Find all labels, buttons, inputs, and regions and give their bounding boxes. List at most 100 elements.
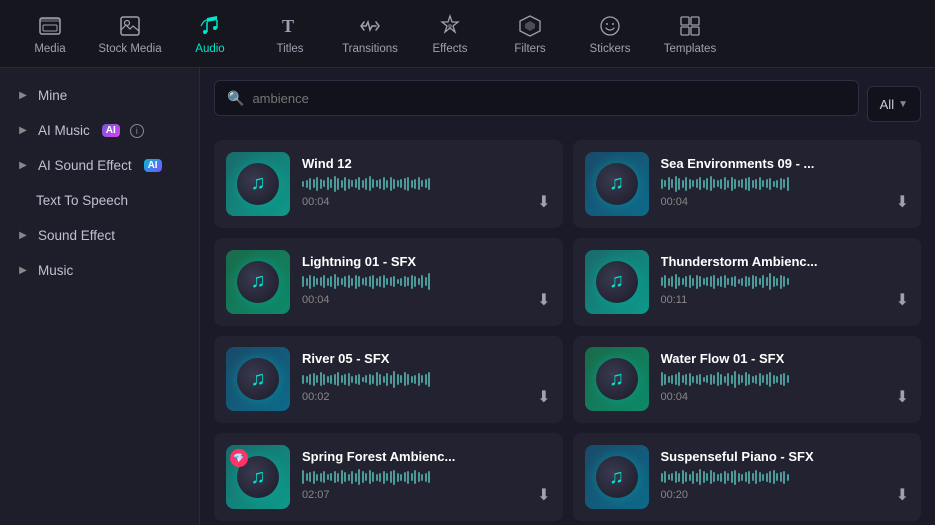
audio-card-sea-env[interactable]: ♫ Sea Environments 09 - ... 00:04 ⬇: [573, 140, 922, 228]
ai-music-badge: AI: [102, 124, 120, 137]
transitions-icon: [357, 13, 383, 39]
card-title: Sea Environments 09 - ...: [661, 156, 910, 171]
card-info: River 05 - SFX 00:02 ⬇: [302, 351, 551, 407]
nav-stickers[interactable]: Stickers: [570, 4, 650, 64]
content-area: 🔍 All ▼ ♫ Wind 12 00:04 ⬇: [200, 68, 935, 525]
titles-icon: T: [277, 13, 303, 39]
search-icon: 🔍: [227, 90, 244, 107]
waveform: [661, 371, 910, 387]
top-nav: Media Stock Media Audio T: [0, 0, 935, 68]
audio-icon: [197, 13, 223, 39]
nav-stock-media[interactable]: Stock Media: [90, 4, 170, 64]
card-info: Suspenseful Piano - SFX 00:20 ⬇: [661, 449, 910, 505]
nav-templates-label: Templates: [664, 43, 716, 55]
card-info: Lightning 01 - SFX 00:04 ⬇: [302, 254, 551, 310]
nav-audio[interactable]: Audio: [170, 4, 250, 64]
card-title: Water Flow 01 - SFX: [661, 351, 910, 366]
card-thumbnail: 💎 ♫: [226, 445, 290, 509]
sidebar-item-mine-label: Mine: [38, 88, 67, 103]
sidebar-item-music-label: Music: [38, 263, 73, 278]
effects-icon: [437, 13, 463, 39]
stock-media-icon: [117, 13, 143, 39]
sidebar-item-ai-sound-effect[interactable]: ▶ AI Sound Effect AI: [0, 148, 199, 183]
card-title: Lightning 01 - SFX: [302, 254, 551, 269]
sidebar-item-tts-label: Text To Speech: [36, 193, 128, 208]
nav-transitions[interactable]: Transitions: [330, 4, 410, 64]
filters-icon: [517, 13, 543, 39]
info-icon[interactable]: i: [130, 124, 144, 138]
nav-effects[interactable]: Effects: [410, 4, 490, 64]
audio-card-suspenseful-piano[interactable]: ♫ Suspenseful Piano - SFX 00:20 ⬇: [573, 433, 922, 521]
card-meta: 00:02 ⬇: [302, 387, 551, 407]
audio-card-lightning-01[interactable]: ♫ Lightning 01 - SFX 00:04 ⬇: [214, 238, 563, 326]
sidebar-item-sound-effect-label: Sound Effect: [38, 228, 115, 243]
waveform: [661, 469, 910, 485]
nav-templates[interactable]: Templates: [650, 4, 730, 64]
sidebar-item-ai-music[interactable]: ▶ AI Music AI i: [0, 113, 199, 148]
chevron-right-icon: ▶: [16, 124, 30, 138]
card-info: Sea Environments 09 - ... 00:04 ⬇: [661, 156, 910, 212]
music-note-icon: ♫: [609, 466, 624, 489]
download-button[interactable]: ⬇: [537, 192, 550, 212]
thumb-inner: ♫: [237, 261, 279, 303]
audio-card-spring-forest[interactable]: 💎 ♫ Spring Forest Ambienc... 02:07 ⬇: [214, 433, 563, 521]
card-info: Wind 12 00:04 ⬇: [302, 156, 551, 212]
audio-card-thunderstorm[interactable]: ♫ Thunderstorm Ambienc... 00:11 ⬇: [573, 238, 922, 326]
card-thumbnail: ♫: [226, 250, 290, 314]
download-button[interactable]: ⬇: [896, 290, 909, 310]
nav-media-label: Media: [34, 43, 65, 55]
thumb-inner: ♫: [237, 163, 279, 205]
filter-dropdown[interactable]: All ▼: [867, 86, 921, 122]
download-button[interactable]: ⬇: [537, 290, 550, 310]
download-button[interactable]: ⬇: [896, 387, 909, 407]
thumb-inner: ♫: [596, 163, 638, 205]
sidebar-item-text-to-speech[interactable]: Text To Speech: [0, 183, 199, 218]
card-duration: 00:20: [661, 489, 689, 501]
nav-titles[interactable]: T Titles: [250, 4, 330, 64]
download-button[interactable]: ⬇: [896, 192, 909, 212]
search-bar[interactable]: 🔍: [214, 80, 859, 116]
audio-card-wind-12[interactable]: ♫ Wind 12 00:04 ⬇: [214, 140, 563, 228]
card-duration: 00:02: [302, 391, 330, 403]
waveform: [302, 274, 551, 290]
nav-stickers-label: Stickers: [590, 43, 631, 55]
card-thumbnail: ♫: [585, 445, 649, 509]
nav-effects-label: Effects: [433, 43, 468, 55]
audio-card-river-05[interactable]: ♫ River 05 - SFX 00:02 ⬇: [214, 336, 563, 424]
download-button[interactable]: ⬇: [537, 485, 550, 505]
card-info: Spring Forest Ambienc... 02:07 ⬇: [302, 449, 551, 505]
audio-card-water-flow[interactable]: ♫ Water Flow 01 - SFX 00:04 ⬇: [573, 336, 922, 424]
nav-stock-media-label: Stock Media: [98, 43, 161, 55]
card-meta: 00:04 ⬇: [302, 290, 551, 310]
card-meta: 00:04 ⬇: [661, 387, 910, 407]
music-note-icon: ♫: [251, 270, 266, 293]
nav-filters[interactable]: Filters: [490, 4, 570, 64]
card-info: Thunderstorm Ambienc... 00:11 ⬇: [661, 254, 910, 310]
card-thumbnail: ♫: [585, 250, 649, 314]
music-note-icon: ♫: [251, 172, 266, 195]
download-button[interactable]: ⬇: [896, 485, 909, 505]
main-layout: ▶ Mine ▶ AI Music AI i ▶ AI Sound Effect…: [0, 68, 935, 525]
music-note-icon: ♫: [251, 368, 266, 391]
download-button[interactable]: ⬇: [537, 387, 550, 407]
card-duration: 00:04: [302, 196, 330, 208]
card-meta: 00:04 ⬇: [661, 192, 910, 212]
chevron-right-icon: ▶: [16, 159, 30, 173]
card-duration: 00:04: [661, 196, 689, 208]
card-info: Water Flow 01 - SFX 00:04 ⬇: [661, 351, 910, 407]
sidebar-item-music[interactable]: ▶ Music: [0, 253, 199, 288]
nav-audio-label: Audio: [195, 43, 224, 55]
sidebar-item-sound-effect[interactable]: ▶ Sound Effect: [0, 218, 199, 253]
thumb-inner: ♫: [596, 358, 638, 400]
nav-media[interactable]: Media: [10, 4, 90, 64]
card-title: Wind 12: [302, 156, 551, 171]
nav-transitions-label: Transitions: [342, 43, 398, 55]
sidebar-item-mine[interactable]: ▶ Mine: [0, 78, 199, 113]
card-thumbnail: ♫: [585, 347, 649, 411]
card-thumbnail: ♫: [226, 347, 290, 411]
card-thumbnail: ♫: [226, 152, 290, 216]
card-duration: 00:04: [302, 294, 330, 306]
search-input[interactable]: [252, 91, 845, 106]
card-title: River 05 - SFX: [302, 351, 551, 366]
waveform: [661, 176, 910, 192]
